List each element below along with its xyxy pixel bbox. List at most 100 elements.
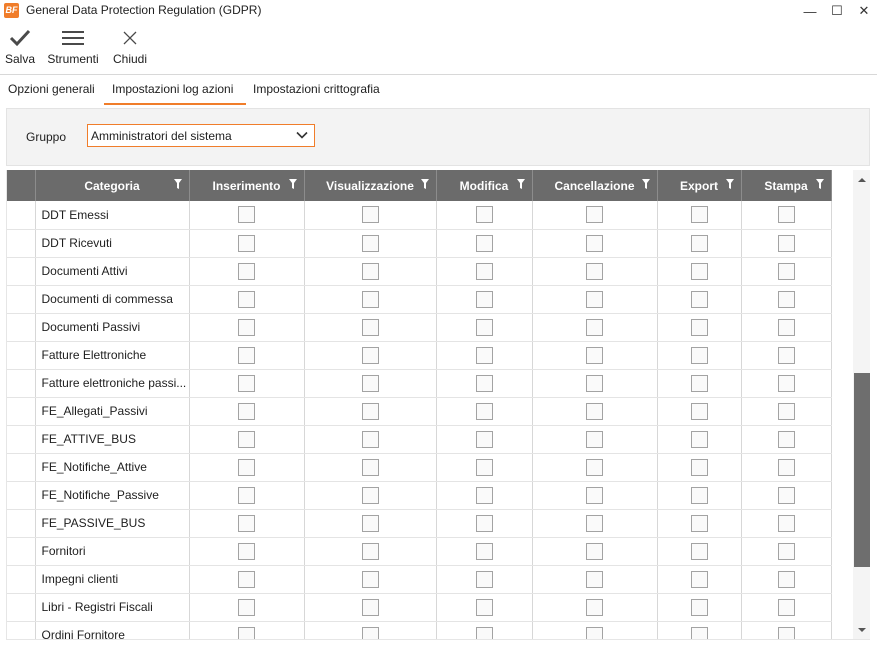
visualizzazione-checkbox[interactable] <box>361 346 379 364</box>
export-checkbox[interactable] <box>690 262 708 280</box>
stampa-checkbox[interactable] <box>777 402 795 420</box>
row-selector[interactable] <box>7 313 36 342</box>
cancellazione-checkbox[interactable] <box>586 626 603 639</box>
filter-icon[interactable] <box>641 179 650 189</box>
stampa-checkbox[interactable] <box>777 206 795 224</box>
inserimento-checkbox[interactable] <box>238 486 255 504</box>
modifica-checkbox[interactable] <box>475 206 493 224</box>
inserimento-checkbox[interactable] <box>238 626 255 639</box>
cancellazione-checkbox[interactable] <box>586 542 603 560</box>
inserimento-checkbox[interactable] <box>238 374 255 392</box>
stampa-checkbox[interactable] <box>777 430 795 448</box>
table-row[interactable]: Fatture elettroniche passi... <box>7 369 832 398</box>
modifica-checkbox[interactable] <box>475 374 493 392</box>
visualizzazione-checkbox[interactable] <box>361 570 379 588</box>
group-select[interactable]: Amministratori del sistema <box>87 124 315 147</box>
cancellazione-checkbox[interactable] <box>586 318 603 336</box>
row-selector[interactable] <box>7 397 36 426</box>
table-row[interactable]: FE_Notifiche_Attive <box>7 453 832 482</box>
close-button[interactable]: Chiudi <box>110 24 150 70</box>
export-checkbox[interactable] <box>690 514 708 532</box>
table-row[interactable]: Fornitori <box>7 537 832 566</box>
stampa-checkbox[interactable] <box>777 346 795 364</box>
row-selector[interactable] <box>7 341 36 370</box>
modifica-checkbox[interactable] <box>475 486 493 504</box>
tools-button[interactable]: Strumenti <box>44 24 102 70</box>
inserimento-checkbox[interactable] <box>238 318 255 336</box>
vertical-scrollbar[interactable] <box>853 170 870 639</box>
export-checkbox[interactable] <box>690 206 708 224</box>
visualizzazione-checkbox[interactable] <box>361 290 379 308</box>
modifica-checkbox[interactable] <box>475 346 493 364</box>
export-checkbox[interactable] <box>690 318 708 336</box>
visualizzazione-checkbox[interactable] <box>361 234 379 252</box>
visualizzazione-checkbox[interactable] <box>361 514 379 532</box>
export-checkbox[interactable] <box>690 598 708 616</box>
inserimento-checkbox[interactable] <box>238 234 255 252</box>
cancellazione-checkbox[interactable] <box>586 234 603 252</box>
filter-icon[interactable] <box>516 179 525 189</box>
window-close-button[interactable]: ✕ <box>851 0 877 22</box>
table-row[interactable]: Documenti Passivi <box>7 313 832 342</box>
cancellazione-checkbox[interactable] <box>586 290 603 308</box>
visualizzazione-checkbox[interactable] <box>361 486 379 504</box>
modifica-checkbox[interactable] <box>475 318 493 336</box>
row-selector[interactable] <box>7 285 36 314</box>
column-header-cancellazione[interactable]: Cancellazione <box>532 170 658 201</box>
row-selector[interactable] <box>7 257 36 286</box>
row-selector[interactable] <box>7 425 36 454</box>
minimize-button[interactable]: — <box>797 0 823 22</box>
export-checkbox[interactable] <box>690 486 708 504</box>
filter-icon[interactable] <box>815 179 824 189</box>
stampa-checkbox[interactable] <box>777 486 795 504</box>
visualizzazione-checkbox[interactable] <box>361 458 379 476</box>
filter-icon[interactable] <box>173 179 182 189</box>
row-selector[interactable] <box>7 229 36 258</box>
column-header-inserimento[interactable]: Inserimento <box>189 170 305 201</box>
row-selector[interactable] <box>7 509 36 538</box>
inserimento-checkbox[interactable] <box>238 542 255 560</box>
cancellazione-checkbox[interactable] <box>586 262 603 280</box>
table-row[interactable]: FE_Allegati_Passivi <box>7 397 832 426</box>
stampa-checkbox[interactable] <box>777 598 795 616</box>
inserimento-checkbox[interactable] <box>238 290 255 308</box>
filter-icon[interactable] <box>288 179 297 189</box>
cancellazione-checkbox[interactable] <box>586 374 603 392</box>
stampa-checkbox[interactable] <box>777 318 795 336</box>
column-header-stampa[interactable]: Stampa <box>741 170 832 201</box>
column-header-modifica[interactable]: Modifica <box>436 170 533 201</box>
cancellazione-checkbox[interactable] <box>586 206 603 224</box>
export-checkbox[interactable] <box>690 234 708 252</box>
cancellazione-checkbox[interactable] <box>586 570 603 588</box>
stampa-checkbox[interactable] <box>777 542 795 560</box>
cancellazione-checkbox[interactable] <box>586 346 603 364</box>
export-checkbox[interactable] <box>690 626 708 639</box>
column-header-visualizzazione[interactable]: Visualizzazione <box>304 170 437 201</box>
scroll-up-arrow-icon[interactable] <box>853 172 870 188</box>
table-row[interactable]: DDT Emessi <box>7 201 832 230</box>
export-checkbox[interactable] <box>690 570 708 588</box>
cancellazione-checkbox[interactable] <box>586 598 603 616</box>
stampa-checkbox[interactable] <box>777 374 795 392</box>
modifica-checkbox[interactable] <box>475 430 493 448</box>
table-row[interactable]: Documenti di commessa <box>7 285 832 314</box>
modifica-checkbox[interactable] <box>475 234 493 252</box>
table-row[interactable]: FE_PASSIVE_BUS <box>7 509 832 538</box>
table-row[interactable]: FE_ATTIVE_BUS <box>7 425 832 454</box>
row-selector[interactable] <box>7 369 36 398</box>
table-row[interactable]: FE_Notifiche_Passive <box>7 481 832 510</box>
inserimento-checkbox[interactable] <box>238 598 255 616</box>
tab-general-options[interactable]: Opzioni generali <box>0 75 103 105</box>
visualizzazione-checkbox[interactable] <box>361 598 379 616</box>
maximize-button[interactable]: ☐ <box>824 0 850 22</box>
filter-icon[interactable] <box>420 179 429 189</box>
cancellazione-checkbox[interactable] <box>586 402 603 420</box>
tab-encryption-settings[interactable]: Impostazioni crittografia <box>245 75 388 105</box>
table-row[interactable]: Impegni clienti <box>7 565 832 594</box>
scrollbar-thumb[interactable] <box>854 373 870 567</box>
column-header-export[interactable]: Export <box>657 170 742 201</box>
modifica-checkbox[interactable] <box>475 290 493 308</box>
stampa-checkbox[interactable] <box>777 570 795 588</box>
visualizzazione-checkbox[interactable] <box>361 402 379 420</box>
stampa-checkbox[interactable] <box>777 234 795 252</box>
